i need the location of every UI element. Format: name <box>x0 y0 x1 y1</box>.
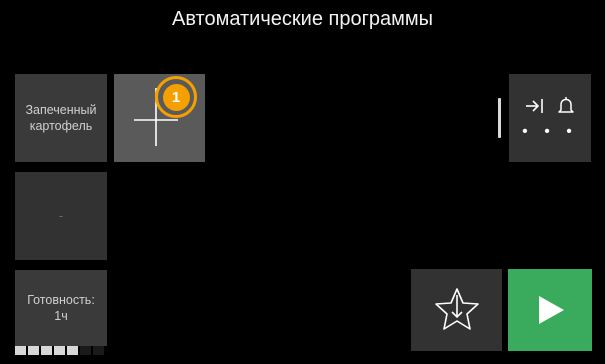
arrow-to-line-icon <box>526 99 543 113</box>
favorite-button[interactable] <box>411 269 502 351</box>
readiness-progress-bar <box>15 346 104 355</box>
progress-segment <box>93 346 104 355</box>
options-button[interactable]: • • • <box>509 74 591 162</box>
bell-icon <box>558 97 574 113</box>
progress-segment <box>28 346 39 355</box>
readiness-tile[interactable]: Готовность: 1ч <box>15 270 107 346</box>
star-with-down-arrow-icon <box>434 288 479 330</box>
progress-segment <box>67 346 78 355</box>
more-dots-icon: • • • <box>522 123 578 140</box>
progress-segment <box>80 346 91 355</box>
page-title: Автоматические программы <box>172 8 433 30</box>
scroll-indicator[interactable] <box>498 98 501 138</box>
program-tile-label: - <box>58 209 64 223</box>
step-badge: 1 <box>155 76 197 118</box>
program-tile-empty[interactable]: - <box>15 172 107 260</box>
progress-segment <box>15 346 26 355</box>
play-icon <box>539 296 564 324</box>
progress-segment <box>41 346 52 355</box>
readiness-label: Готовность: 1ч <box>27 293 95 323</box>
start-button[interactable] <box>508 269 592 351</box>
program-tile-label: Запеченный картофель <box>25 103 97 133</box>
step-badge-number: 1 <box>162 83 190 111</box>
program-tile-baked-potato[interactable]: Запеченный картофель <box>15 74 107 162</box>
progress-segment <box>54 346 65 355</box>
